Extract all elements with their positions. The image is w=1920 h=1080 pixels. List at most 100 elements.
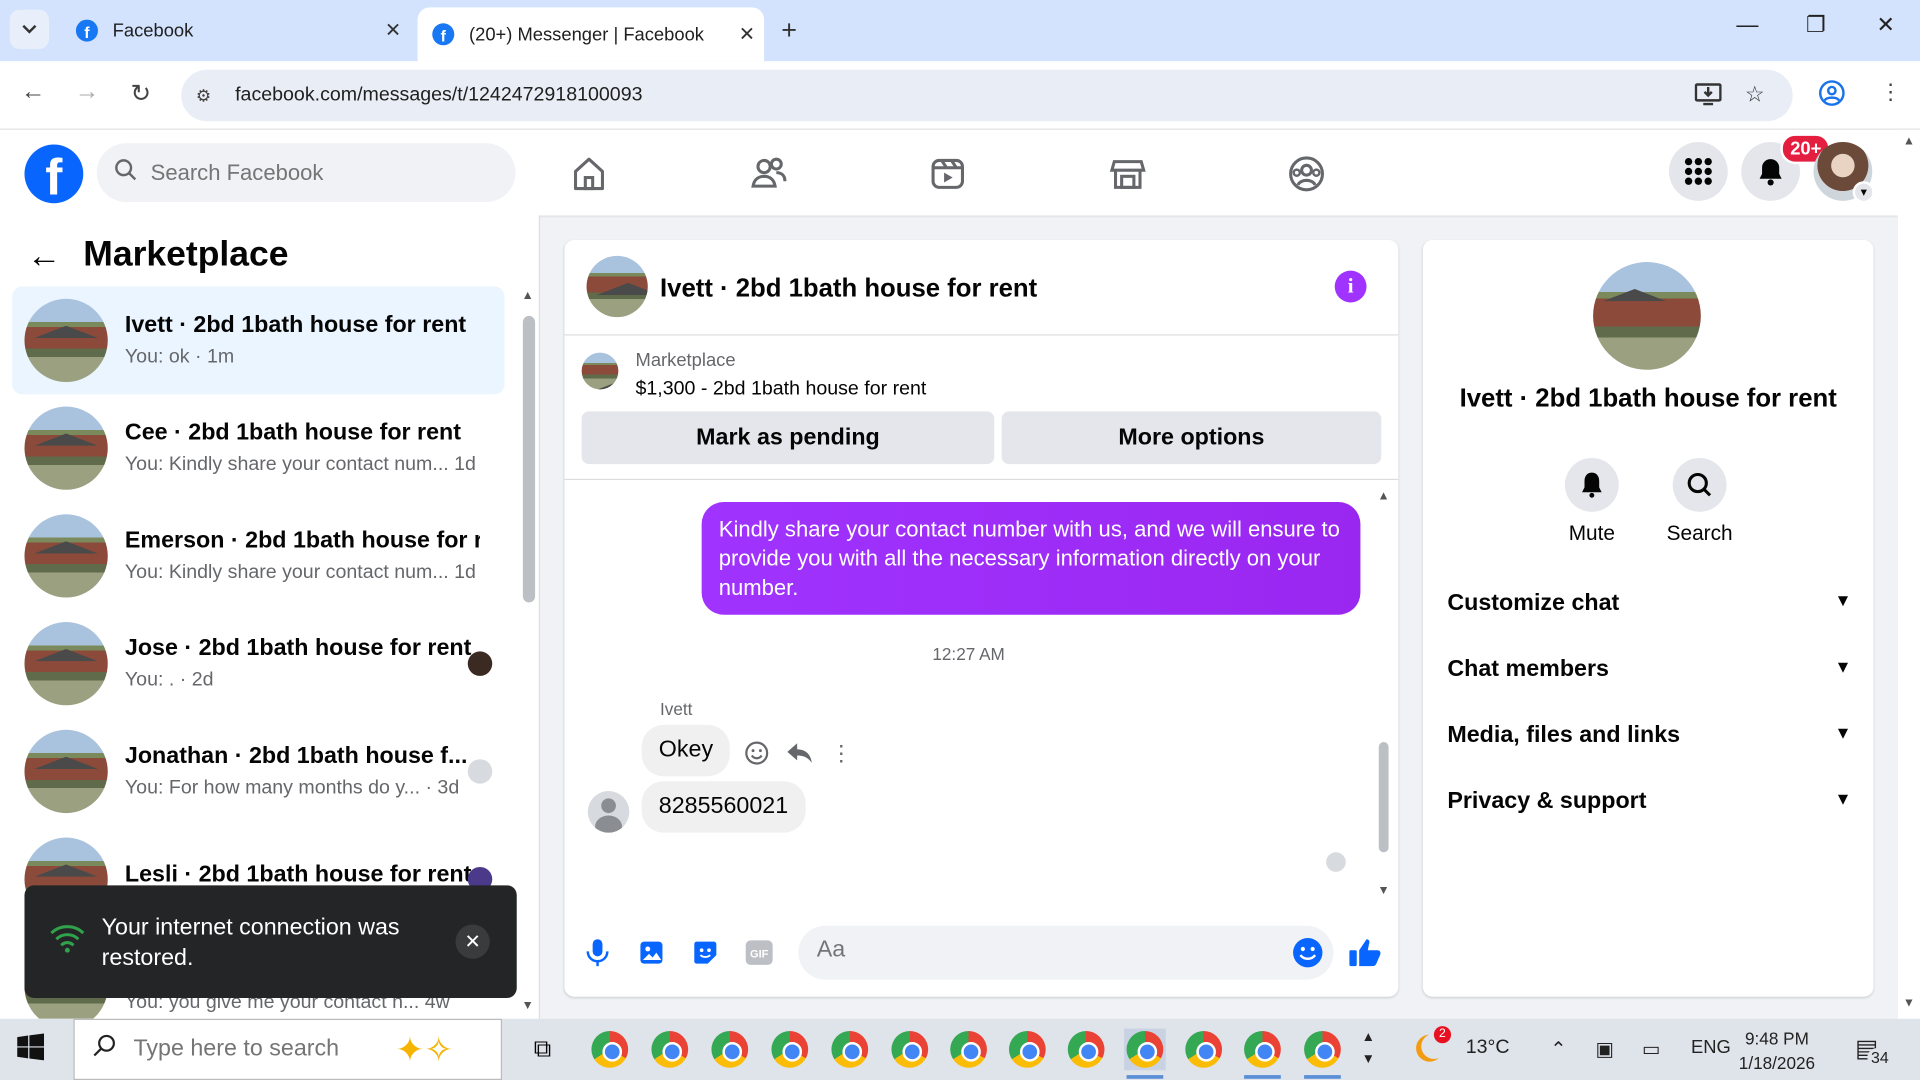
chrome-taskbar-icon[interactable] xyxy=(1007,1029,1049,1071)
profile-icon[interactable] xyxy=(1818,80,1845,113)
forward-arrow-icon[interactable]: → xyxy=(69,78,106,106)
scroll-down-arrow-icon[interactable]: ▼ xyxy=(1378,884,1390,897)
new-tab-plus-icon[interactable]: + xyxy=(781,15,797,47)
marketplace-icon[interactable] xyxy=(1106,152,1150,196)
task-view-icon[interactable]: ⧉ xyxy=(522,1029,564,1071)
scroll-up-arrow-icon[interactable]: ▲ xyxy=(522,289,534,302)
chat-avatar[interactable] xyxy=(586,255,648,318)
bookmark-star-icon[interactable]: ☆ xyxy=(1745,82,1765,108)
menu-grid-icon[interactable] xyxy=(1668,142,1728,201)
chrome-taskbar-icon[interactable] xyxy=(649,1029,691,1071)
thumbs-up-icon[interactable] xyxy=(1348,936,1382,970)
browser-menu-icon[interactable]: ⋮ xyxy=(1880,80,1902,106)
incoming-message[interactable]: 8285560021 xyxy=(641,781,806,833)
close-window-icon[interactable]: ✕ xyxy=(1861,12,1910,38)
chrome-taskbar-icon[interactable] xyxy=(1242,1029,1284,1079)
contact-avatar[interactable] xyxy=(1593,262,1701,370)
chat-list-scrollbar[interactable]: ▲ ▼ xyxy=(519,289,536,1019)
microphone-icon[interactable] xyxy=(580,936,614,970)
chat-members-row[interactable]: Chat members ▼ xyxy=(1447,656,1851,683)
mute-button[interactable]: Mute xyxy=(1549,457,1635,546)
facebook-logo-icon[interactable]: f xyxy=(24,144,84,204)
chat-title[interactable]: Ivett · 2bd 1bath house for rent xyxy=(660,274,1037,303)
conversation-item[interactable]: Ivett · 2bd 1bath house for rent You: ok… xyxy=(12,286,505,395)
install-app-icon[interactable] xyxy=(1694,82,1722,113)
customize-chat-row[interactable]: Customize chat ▼ xyxy=(1447,590,1851,617)
groups-icon[interactable] xyxy=(1285,152,1329,196)
friends-icon[interactable] xyxy=(747,152,791,196)
chrome-taskbar-icon[interactable] xyxy=(589,1029,631,1071)
react-emoji-icon[interactable] xyxy=(742,738,771,767)
close-tab-icon[interactable]: ✕ xyxy=(376,18,410,42)
account-avatar[interactable]: ▾ xyxy=(1813,142,1875,204)
privacy-support-row[interactable]: Privacy & support ▼ xyxy=(1447,789,1851,816)
taskbar-scroll-icon[interactable]: ▲ ▼ xyxy=(1362,1026,1375,1070)
message-input[interactable] xyxy=(816,936,1258,964)
outgoing-message[interactable]: Kindly share your contact number with us… xyxy=(701,502,1361,615)
facebook-search-input[interactable] xyxy=(150,159,494,186)
chrome-taskbar-icon[interactable] xyxy=(1302,1029,1344,1079)
listing-title[interactable]: $1,300 - 2bd 1bath house for rent xyxy=(636,378,927,400)
url-text[interactable]: facebook.com/messages/t/1242472918100093 xyxy=(235,84,642,106)
chrome-taskbar-icon[interactable] xyxy=(1124,1028,1166,1079)
reply-icon[interactable] xyxy=(785,738,814,767)
scroll-up-arrow-icon[interactable]: ▲ xyxy=(1903,135,1915,148)
message-scrollbar[interactable]: ▲ ▼ xyxy=(1378,490,1393,904)
weather-temperature[interactable]: 13°C xyxy=(1466,1037,1510,1059)
scrollbar-thumb[interactable] xyxy=(1378,742,1389,853)
battery-icon[interactable]: ▭ xyxy=(1642,1037,1661,1061)
notification-center-icon[interactable]: ▤ 34 xyxy=(1855,1033,1893,1067)
chrome-taskbar-icon[interactable] xyxy=(948,1029,990,1071)
sender-avatar[interactable] xyxy=(587,791,630,833)
network-icon[interactable]: ▣ xyxy=(1596,1037,1615,1061)
browser-tab-messenger[interactable]: f (20+) Messenger | Facebook ✕ xyxy=(417,7,765,62)
conversation-item[interactable]: Jose · 2bd 1bath house for rent You: . ·… xyxy=(12,610,504,718)
conversation-item[interactable]: Emerson · 2bd 1bath house for r... You: … xyxy=(12,502,504,610)
conversation-item[interactable]: Jonathan · 2bd 1bath house f... You: For… xyxy=(12,718,504,826)
address-bar[interactable]: ⚙ facebook.com/messages/t/12424729181000… xyxy=(181,69,1793,122)
language-indicator[interactable]: ENG xyxy=(1691,1037,1731,1058)
more-actions-icon[interactable]: ⋮ xyxy=(827,738,856,767)
search-in-chat-button[interactable]: Search xyxy=(1657,457,1743,546)
chrome-taskbar-icon[interactable] xyxy=(1183,1029,1225,1071)
sticker-icon[interactable] xyxy=(688,936,722,970)
mark-as-pending-button[interactable]: Mark as pending xyxy=(581,411,995,465)
weather-widget[interactable]: 2 xyxy=(1414,1026,1452,1071)
chrome-taskbar-icon[interactable] xyxy=(769,1029,811,1071)
back-arrow-icon[interactable]: ← xyxy=(27,236,61,275)
taskbar-search[interactable]: ✦✧ xyxy=(73,1018,503,1080)
more-options-button[interactable]: More options xyxy=(1001,411,1382,465)
scrollbar-thumb[interactable] xyxy=(522,315,536,603)
incoming-message[interactable]: Okey xyxy=(641,724,731,777)
tab-search-button[interactable] xyxy=(9,9,49,49)
browser-tab-facebook[interactable]: f Facebook ✕ xyxy=(61,7,410,54)
clock[interactable]: 9:48 PM 1/18/2026 xyxy=(1739,1026,1815,1075)
photo-icon[interactable] xyxy=(634,936,668,970)
video-icon[interactable] xyxy=(926,152,970,196)
close-tab-icon[interactable]: ✕ xyxy=(730,22,764,46)
gif-icon[interactable]: GIF xyxy=(742,936,776,970)
site-info-icon[interactable]: ⚙ xyxy=(196,85,220,106)
media-files-links-row[interactable]: Media, files and links ▼ xyxy=(1447,722,1851,749)
scroll-down-arrow-icon[interactable]: ▼ xyxy=(522,999,534,1012)
windows-start-icon[interactable] xyxy=(17,1033,51,1067)
chrome-taskbar-icon[interactable] xyxy=(829,1029,871,1071)
reload-icon[interactable]: ↻ xyxy=(122,78,159,109)
minimize-window-icon[interactable]: — xyxy=(1723,12,1772,38)
scroll-down-arrow-icon[interactable]: ▼ xyxy=(1903,997,1915,1010)
close-icon[interactable]: ✕ xyxy=(455,924,490,959)
page-scrollbar[interactable]: ▲ ▼ xyxy=(1897,129,1920,1019)
listing-thumbnail[interactable] xyxy=(581,352,619,390)
restore-window-icon[interactable]: ❐ xyxy=(1791,12,1840,38)
home-icon[interactable] xyxy=(567,152,611,196)
scroll-up-arrow-icon[interactable]: ▲ xyxy=(1378,490,1390,503)
message-input-box[interactable] xyxy=(798,925,1334,980)
emoji-icon[interactable] xyxy=(1292,937,1324,975)
info-icon[interactable]: i xyxy=(1334,270,1367,303)
conversation-item[interactable]: Cee · 2bd 1bath house for rent You: Kind… xyxy=(12,394,504,502)
chrome-taskbar-icon[interactable] xyxy=(1065,1029,1107,1071)
taskbar-search-input[interactable] xyxy=(133,1035,379,1063)
facebook-search[interactable] xyxy=(96,143,516,203)
chrome-taskbar-icon[interactable] xyxy=(709,1029,751,1071)
chrome-taskbar-icon[interactable] xyxy=(889,1029,931,1071)
